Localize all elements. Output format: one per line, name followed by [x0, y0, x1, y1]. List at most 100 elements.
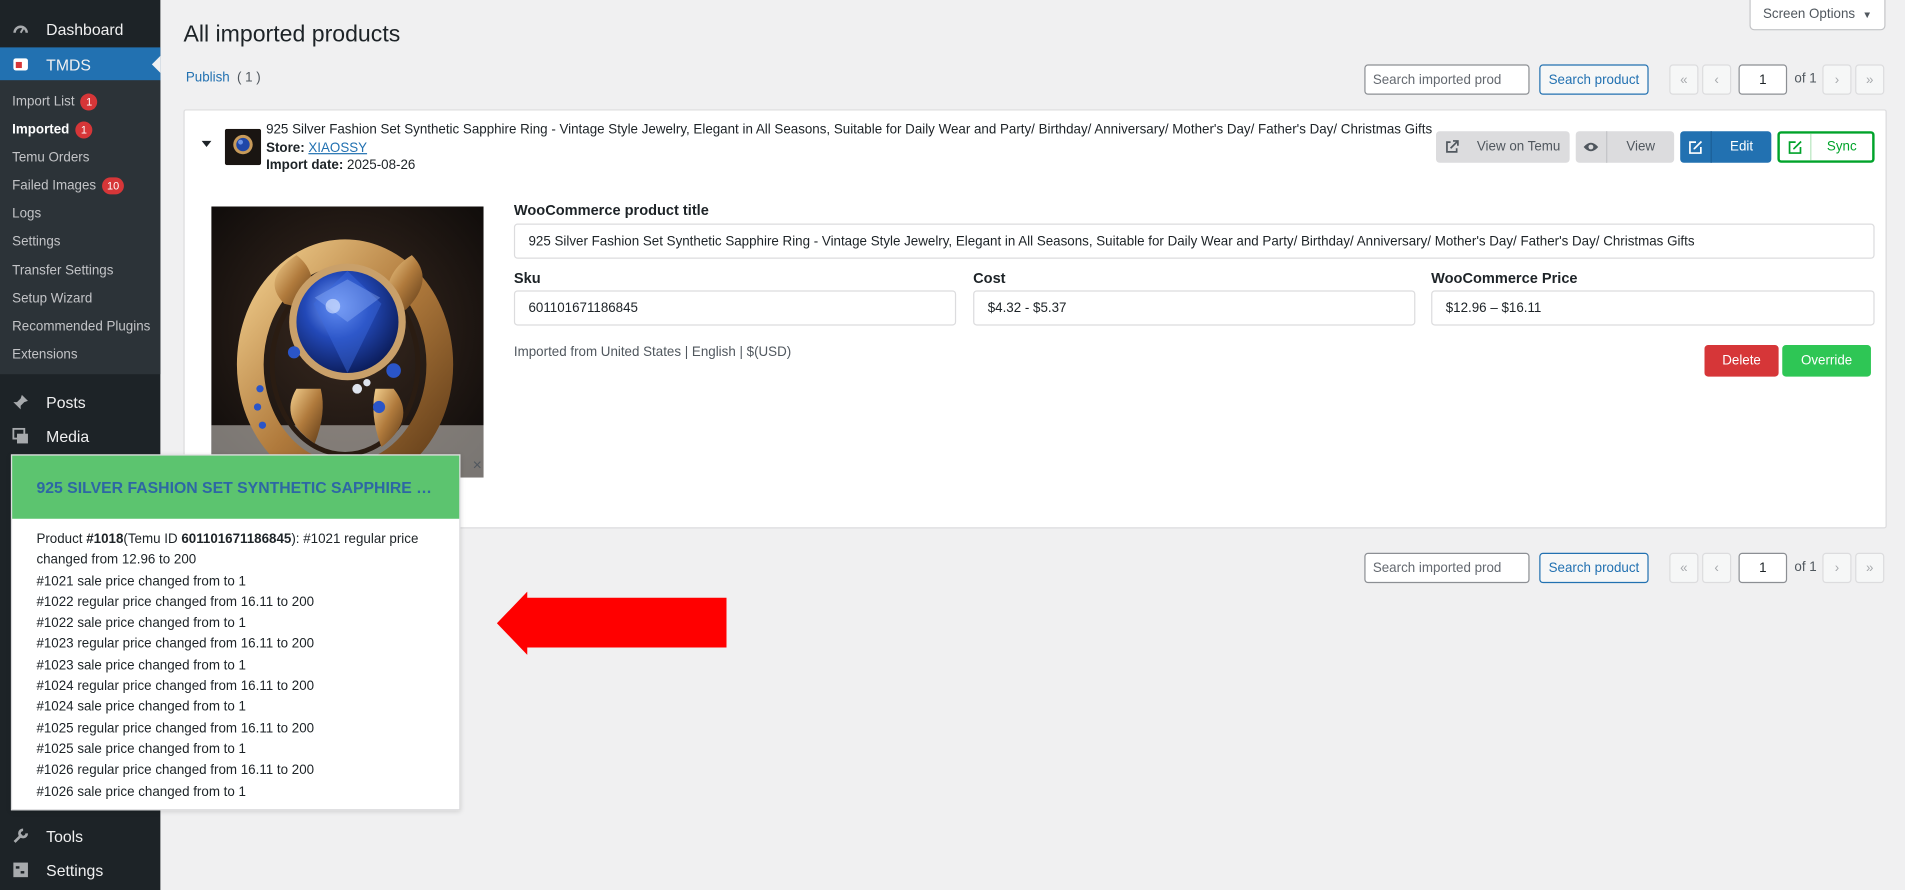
store-link[interactable]: XIAOSSY [308, 141, 367, 156]
popup-line: #1026 sale price changed from to 1 [36, 784, 246, 799]
import-date-label: Import date: [266, 157, 344, 173]
page-title: All imported products [183, 21, 401, 48]
submenu-label: Transfer Settings [12, 263, 114, 279]
page-number-input-top[interactable]: 1 [1738, 64, 1788, 95]
submenu-label: Temu Orders [12, 150, 90, 166]
wrench-icon [10, 826, 32, 845]
menu-media-label: Media [46, 427, 90, 446]
first-page-button-top[interactable]: « [1669, 64, 1699, 95]
submenu-label: Recommended Plugins [12, 319, 151, 335]
menu-settings[interactable]: Settings [0, 853, 160, 887]
page-number-input-bottom[interactable]: 1 [1738, 552, 1788, 584]
product-title: 925 Silver Fashion Set Synthetic Sapphir… [266, 122, 1433, 138]
woo-title-input[interactable]: 925 Silver Fashion Set Synthetic Sapphir… [513, 223, 1875, 259]
edit-button[interactable]: Edit [1680, 131, 1772, 163]
edit-label: Edit [1730, 139, 1754, 155]
popup-line: #1023 sale price changed from to 1 [36, 658, 246, 673]
popup-line: #1022 sale price changed from to 1 [36, 616, 246, 631]
page-count-top: of 1 [1794, 71, 1817, 87]
delete-button[interactable]: Delete [1704, 345, 1779, 377]
popup-line: #1022 regular price changed from 16.11 t… [36, 595, 315, 610]
submenu-label: Imported [12, 122, 70, 138]
submenu-settings[interactable]: Settings [12, 231, 60, 253]
screen-options-label: Screen Options [1762, 7, 1856, 22]
submenu-logs[interactable]: Logs [12, 203, 41, 225]
submenu-recommended-plugins[interactable]: Recommended Plugins [12, 316, 150, 338]
menu-posts-label: Posts [46, 393, 86, 412]
menu-settings-label: Settings [46, 860, 104, 879]
collapse-toggle-icon[interactable] [201, 140, 212, 148]
popup-close-icon[interactable]: × [473, 456, 482, 474]
product-image [211, 206, 484, 478]
woo-title-label: WooCommerce product title [513, 201, 709, 219]
caret-down-icon: ▼ [1862, 9, 1873, 21]
popup-line: #1023 regular price changed from 16.11 t… [36, 637, 315, 652]
submenu-label: Import List [12, 94, 75, 110]
submenu-import-list[interactable]: Import List 1 [12, 91, 98, 113]
submenu-label: Setup Wizard [12, 291, 93, 307]
last-page-button-top[interactable]: » [1855, 64, 1885, 95]
popup-product-prefix: Product [36, 532, 87, 547]
submenu-transfer-settings[interactable]: Transfer Settings [12, 260, 113, 282]
product-thumbnail [224, 128, 262, 166]
menu-dashboard[interactable]: Dashboard [0, 12, 160, 46]
store-label: Store: [266, 140, 305, 156]
import-list-count-badge: 1 [80, 93, 98, 111]
product-store: Store: XIAOSSY [266, 141, 367, 156]
submenu-label: Failed Images [12, 178, 97, 194]
submenu-failed-images[interactable]: Failed Images 10 [12, 175, 125, 197]
import-date-value: 2025-08-26 [347, 157, 416, 173]
last-page-button-bottom[interactable]: » [1855, 552, 1885, 584]
popup-product-id: #1018 [86, 532, 124, 547]
view-button[interactable]: View [1575, 131, 1675, 163]
submenu-setup-wizard[interactable]: Setup Wizard [12, 288, 92, 310]
menu-dashboard-label: Dashboard [46, 20, 124, 39]
woo-price-label: WooCommerce Price [1431, 269, 1578, 287]
publish-filter-link[interactable]: Publish ( 1 ) [186, 70, 261, 85]
tmds-icon [10, 55, 32, 74]
next-page-button-top[interactable]: › [1822, 64, 1852, 95]
search-input-top[interactable]: Search imported prod [1364, 64, 1530, 95]
popup-line: #1025 sale price changed from to 1 [36, 742, 246, 757]
failed-images-count-badge: 10 [102, 177, 125, 195]
settings-icon [10, 860, 32, 879]
menu-tools[interactable]: Tools [0, 819, 160, 853]
override-button[interactable]: Override [1782, 345, 1871, 377]
menu-media[interactable]: Media [0, 419, 160, 453]
sku-input[interactable]: 601101671186845 [513, 290, 957, 326]
submenu-extensions[interactable]: Extensions [12, 344, 77, 366]
eye-icon [1576, 131, 1608, 163]
prev-page-button-top[interactable]: ‹ [1702, 64, 1732, 95]
cost-input[interactable]: $4.32 - $5.37 [973, 290, 1416, 326]
woo-price-input[interactable]: $12.96 – $16.11 [1431, 290, 1875, 326]
pin-icon [10, 392, 32, 411]
search-product-button-bottom[interactable]: Search product [1539, 552, 1649, 584]
page-count-bottom: of 1 [1794, 560, 1817, 575]
popup-line: #1026 regular price changed from 16.11 t… [36, 763, 315, 778]
search-input-bottom[interactable]: Search imported prod [1364, 552, 1530, 584]
popup-header: 925 SILVER FASHION SET SYNTHETIC SAPPHIR… [12, 455, 460, 519]
screen-options-button[interactable]: Screen Options ▼ [1749, 0, 1886, 31]
sync-label: Sync [1826, 139, 1857, 155]
popup-temu-id: 601101671186845 [181, 532, 292, 547]
submenu-temu-orders[interactable]: Temu Orders [12, 147, 89, 169]
popup-title: 925 SILVER FASHION SET SYNTHETIC SAPPHIR… [36, 478, 434, 497]
submenu-imported[interactable]: Imported 1 [12, 119, 93, 141]
menu-tools-label: Tools [46, 826, 84, 845]
external-link-icon [1436, 131, 1468, 163]
current-menu-arrow [151, 55, 161, 73]
imported-count-badge: 1 [75, 121, 93, 139]
popup-body: Product #1018(Temu ID 601101671186845): … [12, 519, 459, 803]
sync-button[interactable]: Sync [1777, 131, 1875, 163]
tmds-submenu: Import List 1 Imported 1 Temu Orders Faile… [0, 80, 161, 375]
cost-label: Cost [973, 269, 1006, 287]
menu-tmds[interactable]: TMDS [0, 47, 161, 82]
first-page-button-bottom[interactable]: « [1669, 552, 1699, 584]
prev-page-button-bottom[interactable]: ‹ [1702, 552, 1732, 584]
search-product-button-top[interactable]: Search product [1539, 64, 1649, 95]
view-on-temu-button[interactable]: View on Temu [1436, 131, 1570, 163]
next-page-button-bottom[interactable]: › [1822, 552, 1852, 584]
menu-tmds-label: TMDS [46, 55, 91, 74]
menu-posts[interactable]: Posts [0, 385, 160, 419]
product-import-date: Import date: 2025-08-26 [266, 158, 415, 173]
